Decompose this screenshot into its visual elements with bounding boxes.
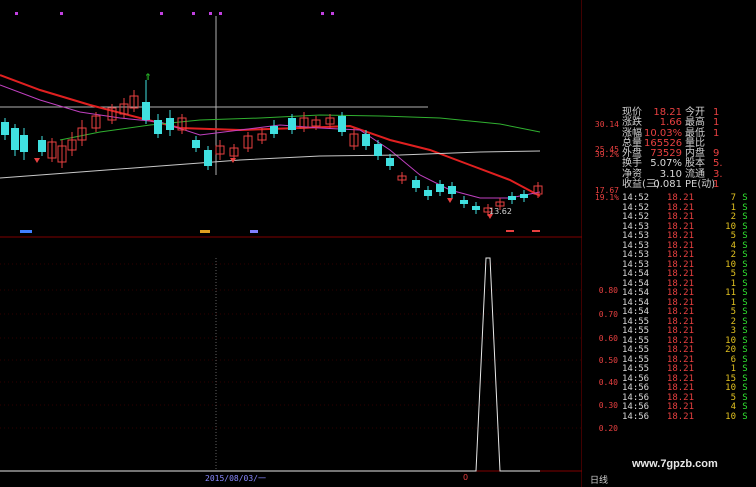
candle-body bbox=[142, 102, 150, 120]
ma-white-line bbox=[0, 150, 541, 179]
tick-trade-list[interactable]: 14:52 18.21 7 S 14:52 18.21 1 S 14:52 18.21 2 S 14:5… bbox=[622, 193, 756, 423]
tick-volume: 10 bbox=[725, 221, 736, 232]
quote-value: 5. bbox=[713, 159, 723, 170]
quote-panel: 现价 18.21 今开 1 涨跌 1.66 最高 1 涨幅 10.03% 最低 1 总量 165526 量比… bbox=[622, 107, 756, 192]
marker-violet bbox=[250, 230, 258, 233]
candle-body bbox=[374, 144, 382, 156]
kline-chart[interactable]: ⇑ bbox=[0, 0, 582, 487]
marker-blue bbox=[20, 230, 32, 233]
candle-body bbox=[520, 194, 528, 198]
tick-volume: 11 bbox=[725, 288, 736, 298]
quote-value bbox=[713, 139, 733, 149]
zero-marker: 0 bbox=[463, 473, 469, 482]
low-price-mark: 13.62 bbox=[489, 207, 512, 216]
buy-signal-marker bbox=[447, 198, 453, 203]
top-marker bbox=[160, 12, 163, 15]
candle-body bbox=[386, 158, 394, 166]
cursor-date-label: 2015/08/03/一 bbox=[205, 474, 266, 483]
tick-volume: 20 bbox=[725, 345, 736, 355]
tick-volume: 6 bbox=[730, 354, 736, 365]
top-marker bbox=[219, 12, 222, 15]
tick-time: 14:56 bbox=[622, 411, 650, 422]
indicator-axis-label: 0.20 bbox=[598, 424, 618, 433]
candle-body bbox=[154, 120, 162, 134]
quote-row: 收益(三) 0.081 PE(动) 1 bbox=[622, 179, 756, 191]
indicator-axis-label: 0.40 bbox=[598, 378, 618, 387]
indicator-axis-label: 0.70 bbox=[598, 310, 618, 319]
tick-volume: 4 bbox=[730, 240, 736, 251]
candle-body bbox=[192, 140, 200, 148]
candle-body bbox=[508, 196, 516, 200]
tab-daily[interactable]: 日线 bbox=[590, 473, 608, 486]
top-marker bbox=[209, 12, 212, 15]
candle-body bbox=[338, 116, 346, 132]
quote-value: 1 bbox=[713, 180, 720, 191]
candle-body bbox=[460, 200, 468, 204]
price-axis-label: 19.1% bbox=[594, 193, 619, 202]
tick-volume: 7 bbox=[730, 193, 736, 203]
top-marker bbox=[60, 12, 63, 15]
quote-value: 9 bbox=[713, 149, 720, 160]
candle-body bbox=[20, 135, 28, 152]
candle-body bbox=[270, 126, 278, 134]
top-marker bbox=[331, 12, 334, 15]
candle-body bbox=[362, 134, 370, 146]
quote-value: 1 bbox=[713, 108, 720, 118]
up-signal-icon: ⇑ bbox=[144, 73, 152, 83]
quote-value: 3. bbox=[713, 169, 723, 180]
candle-body bbox=[288, 118, 296, 130]
tick-volume: 5 bbox=[730, 231, 736, 241]
indicator-axis-label: 0.80 bbox=[598, 286, 618, 295]
tick-volume: 5 bbox=[730, 307, 736, 317]
candle-body bbox=[204, 150, 212, 166]
top-marker bbox=[15, 12, 18, 15]
quote-value: 0.081 bbox=[653, 179, 682, 191]
indicator-axis-label: 0.30 bbox=[598, 401, 618, 410]
marker-orange bbox=[200, 230, 210, 233]
tick-volume: 1 bbox=[730, 202, 736, 213]
tick-volume: 5 bbox=[730, 392, 736, 403]
candle-body bbox=[38, 140, 46, 152]
candle-body bbox=[448, 186, 456, 194]
indicator-axis-label: 0.50 bbox=[598, 356, 618, 365]
price-axis-label: 30.14 bbox=[594, 120, 619, 129]
quote-value: 1 bbox=[713, 118, 720, 129]
tick-volume: 10 bbox=[725, 259, 736, 270]
candle-body bbox=[1, 122, 9, 135]
candle-body bbox=[472, 206, 480, 210]
candle-body bbox=[11, 128, 19, 150]
tick-volume: 5 bbox=[730, 269, 736, 279]
marker-red bbox=[532, 230, 540, 232]
candle-body bbox=[412, 180, 420, 188]
candle-body bbox=[166, 118, 174, 130]
tick-volume: 2 bbox=[730, 316, 736, 327]
top-marker bbox=[192, 12, 195, 15]
quote-label: PE(动) bbox=[685, 179, 716, 191]
quote-label: 收益(三) bbox=[622, 179, 660, 191]
tick-side: S bbox=[742, 411, 748, 422]
indicator-axis-label: 0.60 bbox=[598, 334, 618, 343]
quote-value: 1 bbox=[713, 128, 720, 139]
tick-volume: 10 bbox=[725, 383, 736, 393]
tick-row[interactable]: 14:56 18.21 10 S bbox=[622, 411, 756, 423]
price-axis-label: 39.2% bbox=[594, 150, 619, 159]
buy-signal-marker bbox=[34, 158, 40, 163]
tick-volume: 10 bbox=[725, 411, 736, 422]
tick-price: 18.21 bbox=[666, 411, 694, 422]
candle-body bbox=[436, 184, 444, 192]
top-marker bbox=[321, 12, 324, 15]
watermark: www.7gpzb.com bbox=[632, 458, 718, 470]
tick-volume: 1 bbox=[730, 297, 736, 308]
candle-body bbox=[424, 190, 432, 196]
kline-chart-area[interactable]: ⇑ bbox=[0, 0, 582, 487]
marker-red bbox=[506, 230, 514, 232]
